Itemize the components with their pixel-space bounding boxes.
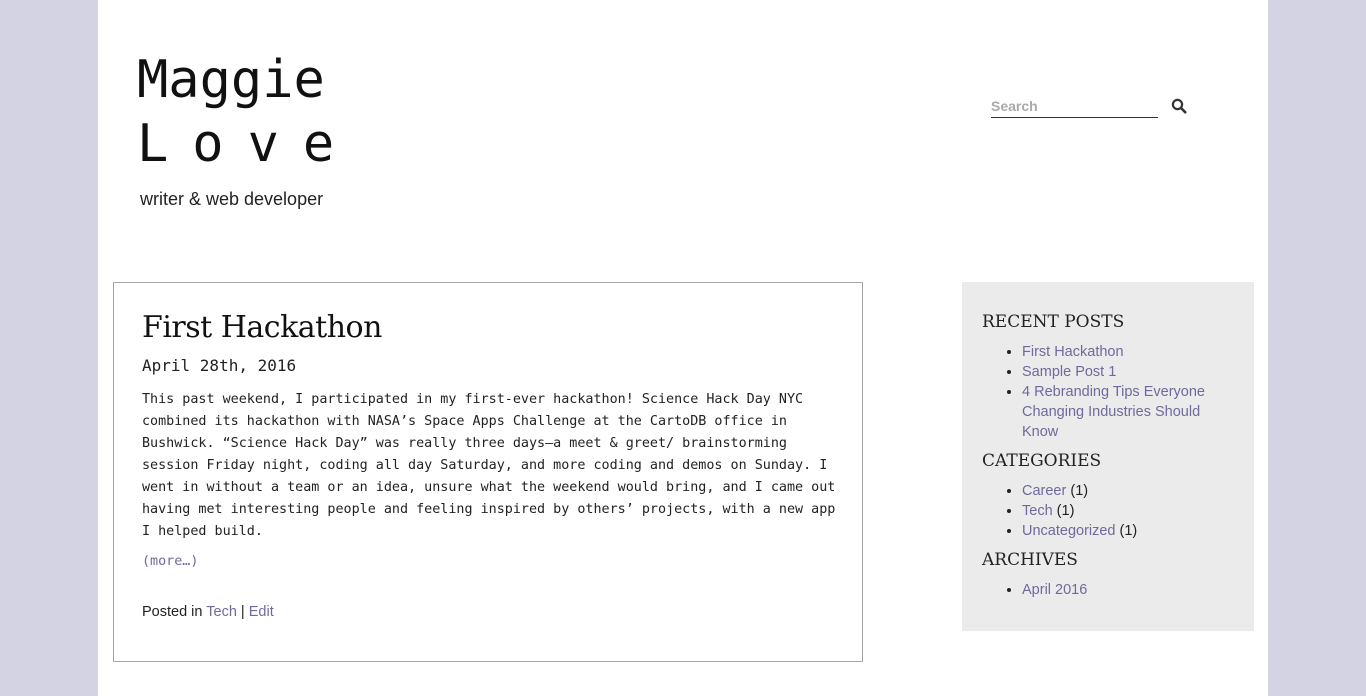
list-item: April 2016 xyxy=(1022,580,1222,600)
search-button[interactable] xyxy=(1171,98,1189,116)
archive-link[interactable]: April 2016 xyxy=(1022,582,1087,598)
post-card: First Hackathon April 28th, 2016 This pa… xyxy=(113,282,863,662)
site-title-line-2[interactable]: Love xyxy=(137,112,358,176)
post-title[interactable]: First Hackathon xyxy=(142,310,382,345)
page-container: Maggie Love writer & web developer First… xyxy=(98,0,1268,696)
post-meta: Posted in Tech | Edit xyxy=(142,604,274,620)
recent-posts-list: First Hackathon Sample Post 1 4 Rebrandi… xyxy=(1022,342,1222,442)
meta-separator: | xyxy=(240,604,245,620)
posted-in-label: Posted in xyxy=(142,604,203,620)
recent-post-link[interactable]: Sample Post 1 xyxy=(1022,364,1116,380)
list-item: Uncategorized (1) xyxy=(1022,521,1222,541)
search-form xyxy=(991,95,1191,119)
recent-posts-heading: RECENT POSTS xyxy=(982,312,1125,332)
archives-heading: ARCHIVES xyxy=(982,550,1078,570)
read-more-link[interactable]: (more…) xyxy=(142,554,198,569)
archives-list: April 2016 xyxy=(1022,580,1222,600)
recent-post-link[interactable]: First Hackathon xyxy=(1022,344,1124,360)
site-title[interactable]: Maggie Love xyxy=(137,48,358,176)
category-count: (1) xyxy=(1070,483,1089,499)
category-count: (1) xyxy=(1056,503,1075,519)
post-excerpt: This past weekend, I participated in my … xyxy=(142,392,836,539)
edit-post-link[interactable]: Edit xyxy=(249,604,274,620)
category-link[interactable]: Career xyxy=(1022,483,1066,499)
list-item: First Hackathon xyxy=(1022,342,1222,362)
category-count: (1) xyxy=(1119,523,1138,539)
post-date: April 28th, 2016 xyxy=(142,356,297,375)
post-category-link[interactable]: Tech xyxy=(206,604,237,620)
list-item: 4 Rebranding Tips Everyone Changing Indu… xyxy=(1022,382,1222,442)
categories-heading: CATEGORIES xyxy=(982,451,1102,471)
search-icon xyxy=(1171,98,1187,114)
categories-list: Career (1) Tech (1) Uncategorized (1) xyxy=(1022,481,1222,541)
category-link[interactable]: Uncategorized xyxy=(1022,523,1116,539)
search-input[interactable] xyxy=(991,95,1158,118)
category-link[interactable]: Tech xyxy=(1022,503,1053,519)
list-item: Tech (1) xyxy=(1022,501,1222,521)
list-item: Career (1) xyxy=(1022,481,1222,501)
recent-post-link[interactable]: 4 Rebranding Tips Everyone Changing Indu… xyxy=(1022,384,1205,440)
sidebar: RECENT POSTS First Hackathon Sample Post… xyxy=(962,282,1254,631)
site-title-line-1[interactable]: Maggie xyxy=(137,48,358,112)
list-item: Sample Post 1 xyxy=(1022,362,1222,382)
site-tagline: writer & web developer xyxy=(140,189,324,209)
